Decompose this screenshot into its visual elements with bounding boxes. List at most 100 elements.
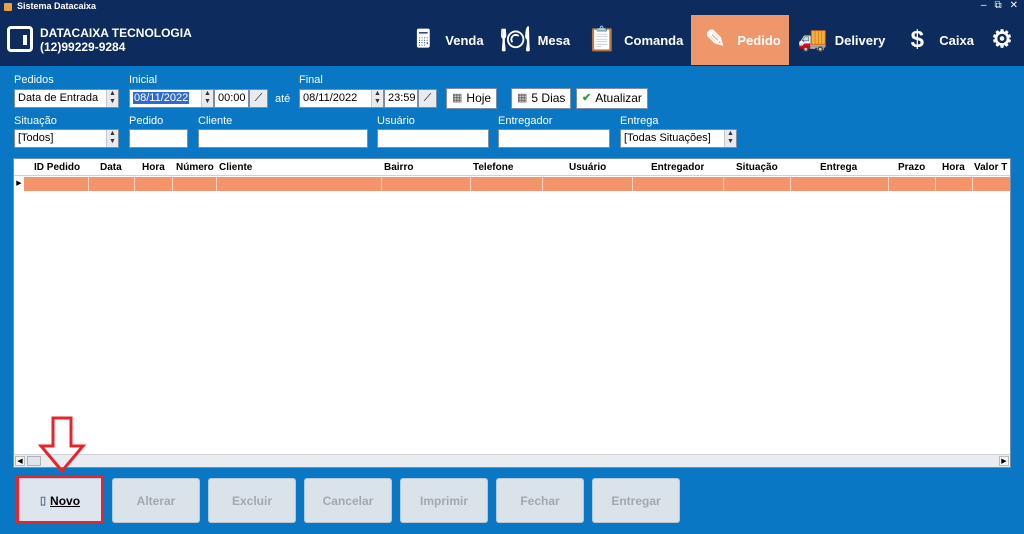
- entregador-input[interactable]: [498, 129, 610, 148]
- usuario-input[interactable]: [377, 129, 489, 148]
- dollar-icon: $: [910, 26, 924, 53]
- pedido-edit-icon: ✎: [705, 26, 726, 53]
- entrega-label: Entrega: [620, 115, 659, 127]
- close-button[interactable]: ✕: [1010, 0, 1018, 11]
- col-id-pedido[interactable]: ID Pedido: [34, 159, 80, 176]
- cell-divider: [172, 177, 173, 191]
- inicial-time-value: 00:00: [218, 92, 246, 104]
- alterar-label: Alterar: [136, 493, 176, 508]
- inicial-date-spin-icon[interactable]: ▲ ▼: [201, 90, 213, 107]
- pedidos-select-value: Data de Entrada: [18, 92, 99, 104]
- order-list-icon: 📋: [587, 26, 618, 53]
- col-prazo[interactable]: Prazo: [898, 159, 925, 176]
- nav-caixa[interactable]: $ Caixa: [893, 15, 982, 65]
- pedido-input[interactable]: [129, 129, 188, 148]
- nav-delivery[interactable]: 🚚 Delivery: [789, 15, 894, 65]
- company-name: DATACAIXA TECNOLOGIA: [40, 26, 192, 40]
- final-time-field[interactable]: 23:59: [384, 89, 418, 108]
- nav-pedido[interactable]: ✎ Pedido: [691, 15, 789, 65]
- company-info: DATACAIXA TECNOLOGIA (12)99229-9284: [40, 26, 192, 54]
- delivery-truck-icon: 🚚: [797, 26, 828, 53]
- situacao-spin-icon[interactable]: ▲ ▼: [106, 130, 118, 147]
- main-nav: 🖩 Venda 🍽 Mesa 📋 Comanda ✎ Pedido 🚚 Deli…: [399, 15, 1024, 65]
- cell-divider: [723, 177, 724, 191]
- app-icon: [4, 3, 12, 11]
- scroll-left-icon[interactable]: ◀: [15, 456, 25, 466]
- restore-button[interactable]: ⧉: [994, 0, 1001, 11]
- col-numero[interactable]: Número: [176, 159, 214, 176]
- inicial-date-value: 08/11/2022: [133, 92, 190, 104]
- cell-divider: [790, 177, 791, 191]
- imprimir-button[interactable]: Imprimir: [400, 478, 488, 523]
- imprimir-label: Imprimir: [419, 493, 468, 508]
- col-entregador[interactable]: Entregador: [651, 159, 704, 176]
- entrega-select[interactable]: [Todas Situações] ▲ ▼: [620, 129, 737, 148]
- cell-divider: [134, 177, 135, 191]
- entrega-spin-icon[interactable]: ▲ ▼: [724, 130, 736, 147]
- pedidos-select[interactable]: Data de Entrada ▲ ▼: [14, 89, 119, 108]
- cash-register-icon: 🖩: [416, 26, 431, 53]
- cell-divider: [935, 177, 936, 191]
- fechar-label: Fechar: [520, 493, 560, 508]
- col-entrega[interactable]: Entrega: [820, 159, 857, 176]
- fechar-button[interactable]: Fechar: [496, 478, 584, 523]
- novo-highlight-box: [16, 475, 104, 524]
- col-bairro[interactable]: Bairro: [384, 159, 413, 176]
- hoje-label: Hoje: [466, 91, 492, 105]
- inicial-clock-icon[interactable]: ⟋: [249, 89, 268, 108]
- final-date-field[interactable]: 08/11/2022 ▲ ▼: [299, 89, 384, 108]
- table-row[interactable]: [14, 177, 1010, 191]
- cinco-dias-button[interactable]: ▦ 5 Dias: [511, 88, 572, 109]
- situacao-select[interactable]: [Todos] ▲ ▼: [14, 129, 119, 148]
- cell-divider: [470, 177, 471, 191]
- company-phone: (12)99229-9284: [40, 40, 126, 54]
- checkmark-icon: ✔: [582, 92, 592, 104]
- table-dining-icon: 🍽: [500, 26, 531, 53]
- scroll-right-icon[interactable]: ▶: [999, 456, 1009, 466]
- hoje-button[interactable]: ▦ Hoje: [446, 88, 498, 109]
- window-titlebar: Sistema Datacaixa – ⧉ ✕: [0, 0, 1024, 14]
- atualizar-label: Atualizar: [595, 91, 642, 105]
- pedidos-grid[interactable]: ID Pedido Data Hora Número Cliente Bairr…: [13, 158, 1011, 468]
- down-arrow-icon: [38, 416, 86, 474]
- col-valor-total[interactable]: Valor T: [974, 159, 1010, 176]
- entregar-button[interactable]: Entregar: [592, 478, 680, 523]
- calendar-icon: ▦: [517, 92, 528, 104]
- cell-divider: [216, 177, 217, 191]
- excluir-label: Excluir: [231, 493, 273, 508]
- cell-divider: [88, 177, 89, 191]
- atualizar-button[interactable]: ✔ Atualizar: [576, 88, 648, 109]
- cinco-dias-label: 5 Dias: [531, 91, 566, 105]
- col-data[interactable]: Data: [100, 159, 122, 176]
- pedidos-spin-icon[interactable]: ▲ ▼: [106, 90, 118, 107]
- grid-header: ID Pedido Data Hora Número Cliente Bairr…: [14, 159, 1010, 176]
- cell-divider: [888, 177, 889, 191]
- col-cliente[interactable]: Cliente: [219, 159, 252, 176]
- nav-settings[interactable]: ⚙: [982, 15, 1024, 65]
- cliente-input[interactable]: [198, 129, 368, 148]
- nav-comanda[interactable]: 📋 Comanda: [578, 15, 691, 65]
- cancelar-button[interactable]: Cancelar: [304, 478, 392, 523]
- excluir-button[interactable]: Excluir: [208, 478, 296, 523]
- cliente-label: Cliente: [198, 115, 233, 127]
- col-hora[interactable]: Hora: [142, 159, 165, 176]
- col-hora-entrega[interactable]: Hora: [942, 159, 965, 176]
- app-header: DATACAIXA TECNOLOGIA (12)99229-9284 🖩 Ve…: [0, 14, 1024, 66]
- final-date-spin-icon[interactable]: ▲ ▼: [371, 90, 383, 107]
- cell-divider: [381, 177, 382, 191]
- cell-divider: [972, 177, 973, 191]
- col-telefone[interactable]: Telefone: [473, 159, 513, 176]
- situacao-select-value: [Todos]: [18, 132, 54, 144]
- horizontal-scrollbar[interactable]: ◀ ▶: [14, 454, 1010, 467]
- nav-venda[interactable]: 🖩 Venda: [399, 15, 491, 65]
- final-clock-icon[interactable]: ⟋: [418, 89, 437, 108]
- inicial-time-field[interactable]: 00:00: [214, 89, 249, 108]
- inicial-date-field[interactable]: 08/11/2022 ▲ ▼: [129, 89, 214, 108]
- alterar-button[interactable]: Alterar: [112, 478, 200, 523]
- col-usuario[interactable]: Usuário: [569, 159, 606, 176]
- minimize-button[interactable]: –: [981, 0, 987, 11]
- col-situacao[interactable]: Situação: [736, 159, 778, 176]
- cell-divider: [542, 177, 543, 191]
- usuario-label: Usuário: [377, 115, 415, 127]
- nav-mesa[interactable]: 🍽 Mesa: [492, 15, 579, 65]
